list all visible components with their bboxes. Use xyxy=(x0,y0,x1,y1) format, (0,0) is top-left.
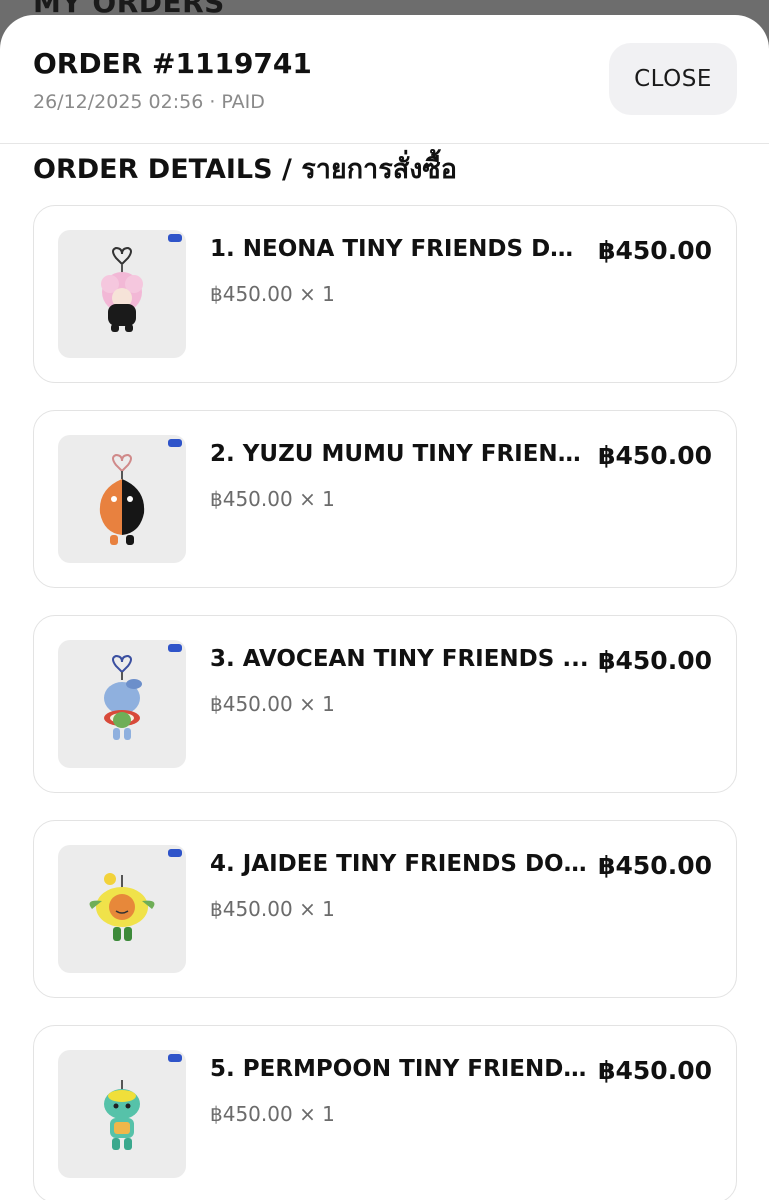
order-item[interactable]: 3. AVOCEAN TINY FRIENDS ... ฿450.00 × 1 … xyxy=(33,615,737,793)
section-title: ORDER DETAILS / รายการสั่งซื้อ xyxy=(33,154,457,185)
item-total-price: ฿450.00 xyxy=(598,441,712,470)
item-unit-price: ฿450.00 × 1 xyxy=(210,282,335,306)
order-item[interactable]: 4. JAIDEE TINY FRIENDS DOL... ฿450.00 × … xyxy=(33,820,737,998)
item-unit-price: ฿450.00 × 1 xyxy=(210,897,335,921)
item-unit-price: ฿450.00 × 1 xyxy=(210,692,335,716)
product-thumbnail xyxy=(58,1050,186,1178)
plush-keychain-icon xyxy=(89,873,155,941)
product-thumbnail xyxy=(58,230,186,358)
product-thumbnail xyxy=(58,435,186,563)
plush-keychain-icon xyxy=(101,246,143,332)
item-name: 3. AVOCEAN TINY FRIENDS ... xyxy=(210,646,589,672)
close-button[interactable]: CLOSE xyxy=(609,43,737,115)
item-unit-price: ฿450.00 × 1 xyxy=(210,487,335,511)
item-total-price: ฿450.00 xyxy=(598,646,712,675)
item-total-price: ฿450.00 xyxy=(598,1056,712,1085)
sheet-header: ORDER #1119741 26/12/2025 02:56 · PAID C… xyxy=(0,15,769,144)
order-item[interactable]: 5. PERMPOON TINY FRIENDS... ฿450.00 × 1 … xyxy=(33,1025,737,1200)
item-name: 2. YUZU MUMU TINY FRIEND... xyxy=(210,441,590,467)
item-total-price: ฿450.00 xyxy=(598,236,712,265)
product-thumbnail xyxy=(58,640,186,768)
product-thumbnail xyxy=(58,845,186,973)
order-title: ORDER #1119741 xyxy=(33,47,312,80)
item-name: 1. NEONA TINY FRIENDS DOL... xyxy=(210,236,590,262)
plush-keychain-icon xyxy=(104,1080,140,1150)
order-detail-sheet: ORDER #1119741 26/12/2025 02:56 · PAID C… xyxy=(0,15,769,1200)
order-meta: 26/12/2025 02:56 · PAID xyxy=(33,91,265,113)
plush-keychain-icon xyxy=(99,453,145,545)
order-item[interactable]: 2. YUZU MUMU TINY FRIEND... ฿450.00 × 1 … xyxy=(33,410,737,588)
item-total-price: ฿450.00 xyxy=(598,851,712,880)
item-unit-price: ฿450.00 × 1 xyxy=(210,1102,335,1126)
order-item[interactable]: 1. NEONA TINY FRIENDS DOL... ฿450.00 × 1… xyxy=(33,205,737,383)
order-items-list: 1. NEONA TINY FRIENDS DOL... ฿450.00 × 1… xyxy=(33,205,737,1200)
plush-keychain-icon xyxy=(104,654,142,740)
item-name: 4. JAIDEE TINY FRIENDS DOL... xyxy=(210,851,590,877)
item-name: 5. PERMPOON TINY FRIENDS... xyxy=(210,1056,590,1082)
